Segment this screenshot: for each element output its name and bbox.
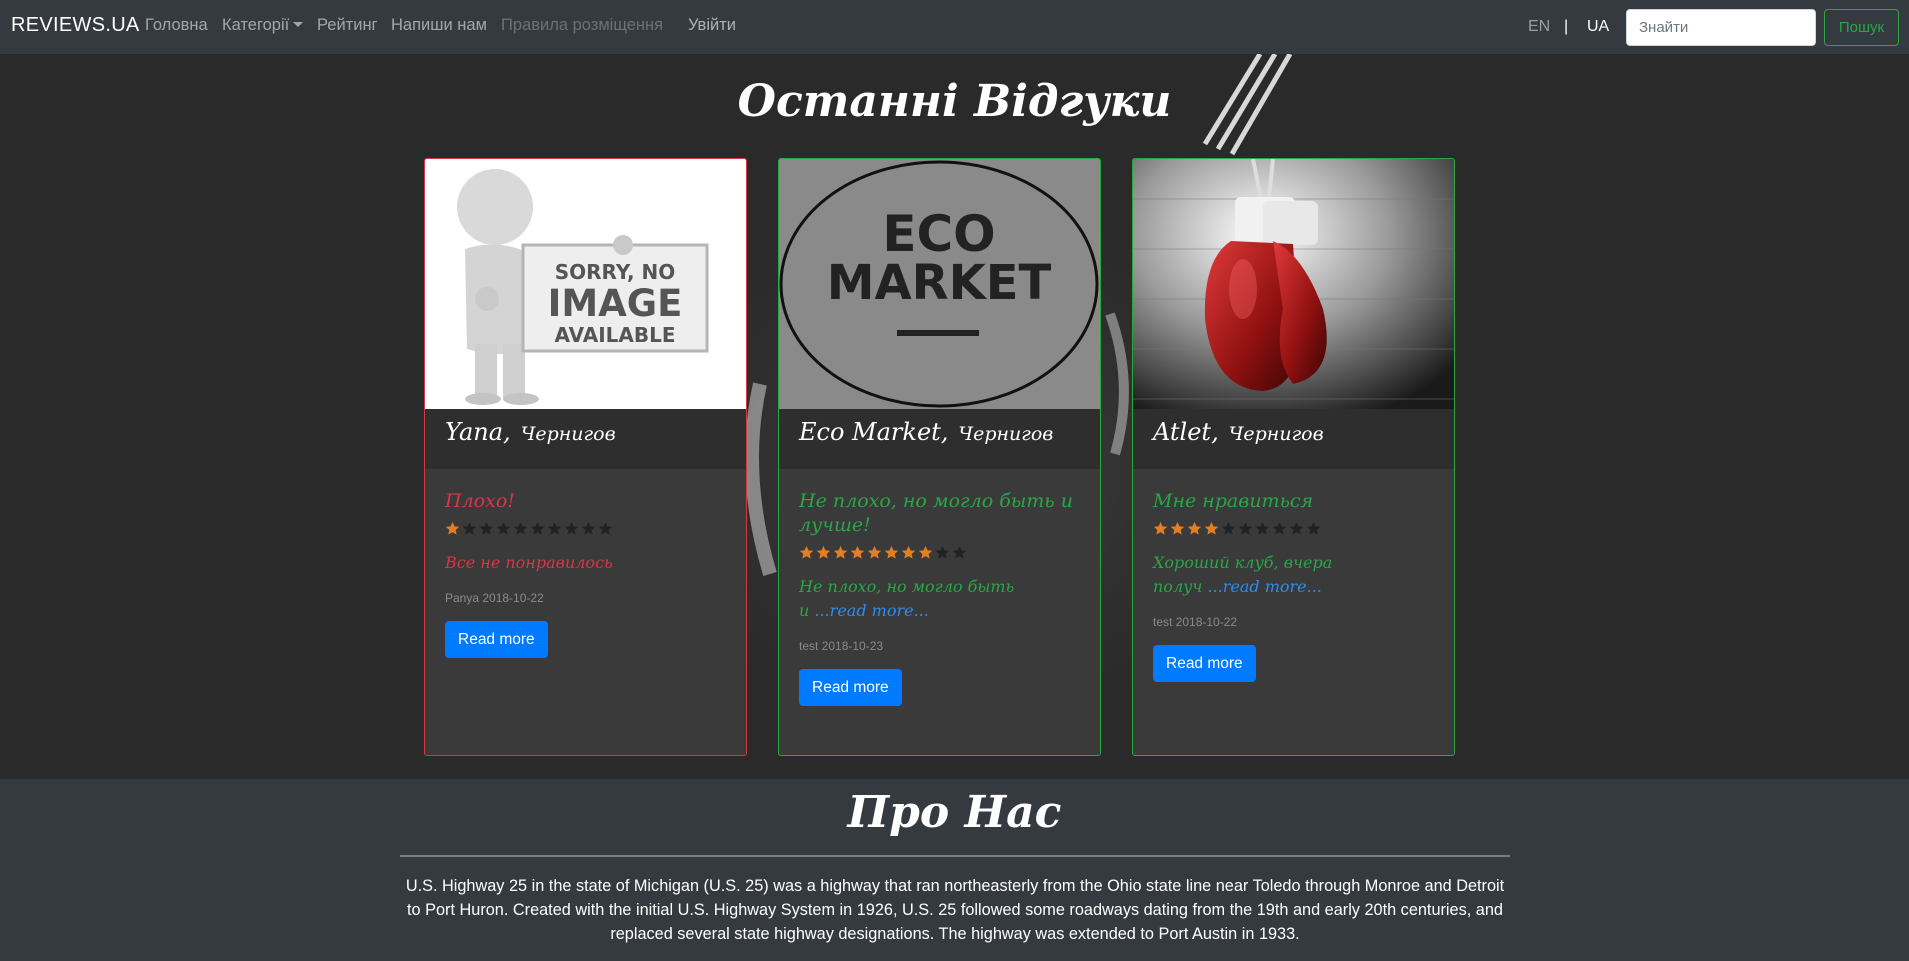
lang-en[interactable]: EN — [1528, 18, 1550, 36]
review-card: ECO MARKET Eco Market, Чернигов Не плохо,… — [778, 158, 1101, 756]
star-icon — [445, 521, 460, 535]
about-title: Про Нас — [847, 787, 1062, 838]
star-rating — [1153, 521, 1438, 539]
navbar: REVIEWS.UA Головна Категорії Рейтинг Нап… — [0, 0, 1909, 54]
search-button[interactable]: Пошук — [1824, 9, 1899, 46]
star-icon — [1153, 521, 1168, 535]
star-icon — [1238, 521, 1253, 535]
star-rating — [445, 521, 730, 539]
star-icon — [1221, 521, 1236, 535]
search-input[interactable] — [1626, 9, 1816, 46]
review-text: Все не понравилось — [445, 551, 730, 575]
card-body: Не плохо, но могло быть и лучше! Не плох… — [799, 489, 1084, 706]
lang-separator: | — [1564, 18, 1569, 35]
star-icon — [564, 521, 579, 535]
star-icon — [867, 545, 882, 559]
card-header: Yana, Чернигов — [425, 409, 746, 469]
review-text-content: Все не понравилось — [445, 553, 613, 572]
star-icon — [1204, 521, 1219, 535]
read-more-button[interactable]: Read more — [1153, 645, 1256, 682]
review-text: Не плохо, но могло быть и ...read more..… — [799, 575, 1019, 623]
review-title: Мне нравиться — [1153, 490, 1314, 512]
review-meta: test 2018-10-22 — [1153, 615, 1238, 629]
star-icon — [1170, 521, 1185, 535]
star-icon — [884, 545, 899, 559]
nav-contact[interactable]: Напиши нам — [391, 16, 487, 35]
review-meta: test 2018-10-23 — [799, 639, 884, 653]
card-body: Плохо! Все не понравилось Panya 2018-10-… — [445, 489, 730, 658]
about-text: U.S. Highway 25 in the state of Michigan… — [405, 877, 1505, 943]
star-icon — [1255, 521, 1270, 535]
card-city: Чернигов — [1228, 423, 1324, 445]
star-icon — [462, 521, 477, 535]
image-text-sorry: SORRY, NO — [555, 260, 676, 284]
review-card: SORRY, NO IMAGE AVAILABLE Yana, Чернигов … — [424, 158, 747, 756]
nav-rating[interactable]: Рейтинг — [317, 16, 378, 35]
star-icon — [513, 521, 528, 535]
nav-categories-label: Категорії — [222, 16, 290, 34]
star-icon — [833, 545, 848, 559]
card-image — [1133, 159, 1454, 409]
star-icon — [1289, 521, 1304, 535]
card-image: ECO MARKET — [779, 159, 1100, 409]
nav-home[interactable]: Головна — [145, 16, 208, 35]
card-image: SORRY, NO IMAGE AVAILABLE — [425, 159, 746, 409]
read-more-link[interactable]: ...read more... — [1207, 577, 1321, 596]
star-icon — [496, 521, 511, 535]
nav-logout[interactable]: Увійти — [688, 16, 736, 35]
card-body: Мне нравиться Хороший клуб, вчера получ … — [1153, 489, 1438, 682]
review-title: Плохо! — [445, 490, 515, 512]
star-icon — [547, 521, 562, 535]
star-icon — [935, 545, 950, 559]
card-city: Чернигов — [520, 423, 616, 445]
card-name: Yana, — [445, 418, 511, 446]
review-text: Хороший клуб, вчера получ ...read more..… — [1153, 551, 1353, 599]
star-icon — [918, 545, 933, 559]
lang-ua[interactable]: UA — [1587, 18, 1609, 36]
star-rating — [799, 545, 1084, 563]
about-section: Про Нас U.S. Highway 25 in the state of … — [0, 779, 1909, 961]
latest-reviews-title: Останні Відгуки — [737, 76, 1172, 127]
image-text-market: MARKET — [827, 255, 1052, 311]
nav-rules: Правила розміщення — [501, 16, 664, 34]
star-icon — [479, 521, 494, 535]
read-more-link[interactable]: ...read more... — [814, 601, 928, 620]
star-icon — [952, 545, 967, 559]
read-more-button[interactable]: Read more — [799, 669, 902, 706]
latest-reviews-section: Останні Відгуки SORRY, NO IMAGE AVAILABL… — [0, 54, 1909, 779]
star-icon — [1187, 521, 1202, 535]
brand-logo[interactable]: REVIEWS.UA — [11, 14, 140, 37]
card-header: Atlet, Чернигов — [1133, 409, 1454, 469]
divider — [400, 855, 1510, 857]
star-icon — [901, 545, 916, 559]
star-icon — [530, 521, 545, 535]
nav-categories[interactable]: Категорії — [222, 16, 304, 35]
star-icon — [1306, 521, 1321, 535]
star-icon — [850, 545, 865, 559]
star-icon — [581, 521, 596, 535]
image-text-available: AVAILABLE — [554, 323, 675, 347]
review-meta: Panya 2018-10-22 — [445, 591, 544, 605]
review-title: Не плохо, но могло быть и лучше! — [799, 490, 1073, 536]
card-header: Eco Market, Чернигов — [779, 409, 1100, 469]
image-text-image: IMAGE — [548, 282, 683, 325]
star-icon — [1272, 521, 1287, 535]
caret-down-icon — [293, 22, 304, 27]
card-name: Eco Market, — [799, 418, 949, 446]
star-icon — [816, 545, 831, 559]
card-city: Чернигов — [958, 423, 1054, 445]
star-icon — [598, 521, 613, 535]
card-name: Atlet, — [1153, 418, 1219, 446]
review-card: Atlet, Чернигов Мне нравиться Хороший клу… — [1132, 158, 1455, 756]
star-icon — [799, 545, 814, 559]
read-more-button[interactable]: Read more — [445, 621, 548, 658]
